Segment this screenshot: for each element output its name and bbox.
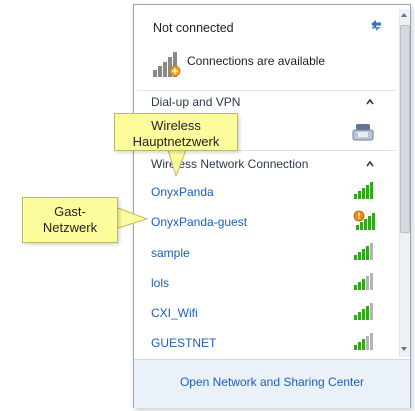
callout-wireless-main-network: Wireless Hauptnetzwerk [114, 113, 238, 151]
callout-guest-network: Gast-Netzwerk [22, 197, 118, 243]
callout-wireless-main-text: Wireless Hauptnetzwerk [132, 118, 220, 149]
callout-guest-network-text: Gast-Netzwerk [42, 204, 98, 235]
